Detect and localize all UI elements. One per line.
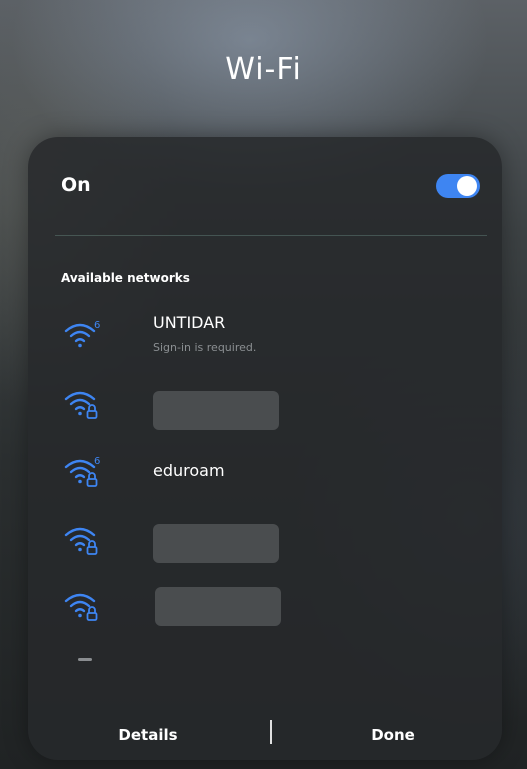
network-item-redacted-1[interactable] (28, 375, 502, 435)
wifi-toggle-switch[interactable] (436, 174, 480, 198)
screen-title: Wi-Fi (225, 52, 302, 87)
network-status: Sign-in is required. (153, 341, 257, 354)
redacted-network-name (155, 587, 281, 626)
wifi-lock-icon (64, 527, 98, 555)
svg-text:6: 6 (94, 456, 100, 467)
network-list[interactable]: 6 UNTIDAR Sign-in is required. 6 eduroam (28, 307, 502, 667)
network-name: UNTIDAR (153, 313, 226, 332)
network-item-redacted-3[interactable] (28, 577, 502, 637)
done-button[interactable]: Done (333, 710, 453, 760)
wifi-panel: On Available networks 6 UNTIDAR Sign-in … (28, 137, 502, 760)
divider (55, 235, 487, 236)
svg-text:6: 6 (94, 320, 100, 331)
network-item-untidar[interactable]: 6 UNTIDAR Sign-in is required. (28, 307, 502, 367)
available-networks-header: Available networks (61, 271, 190, 285)
toggle-knob (457, 176, 477, 196)
redacted-network-name (153, 391, 279, 430)
button-separator (270, 720, 272, 744)
wifi-6-lock-icon: 6 (64, 456, 100, 487)
network-item-eduroam[interactable]: 6 eduroam (28, 443, 502, 503)
scroll-indicator (78, 658, 92, 661)
wifi-toggle-row[interactable]: On (28, 137, 502, 235)
wifi-6-icon: 6 (64, 320, 100, 348)
details-button[interactable]: Details (88, 710, 208, 760)
bottom-button-bar: Details Done (28, 710, 502, 760)
network-name: eduroam (153, 461, 225, 480)
wifi-toggle-label: On (61, 174, 91, 196)
wifi-lock-icon (64, 391, 98, 419)
wifi-lock-icon (64, 593, 98, 621)
redacted-network-name (153, 524, 279, 563)
network-item-redacted-2[interactable] (28, 511, 502, 571)
